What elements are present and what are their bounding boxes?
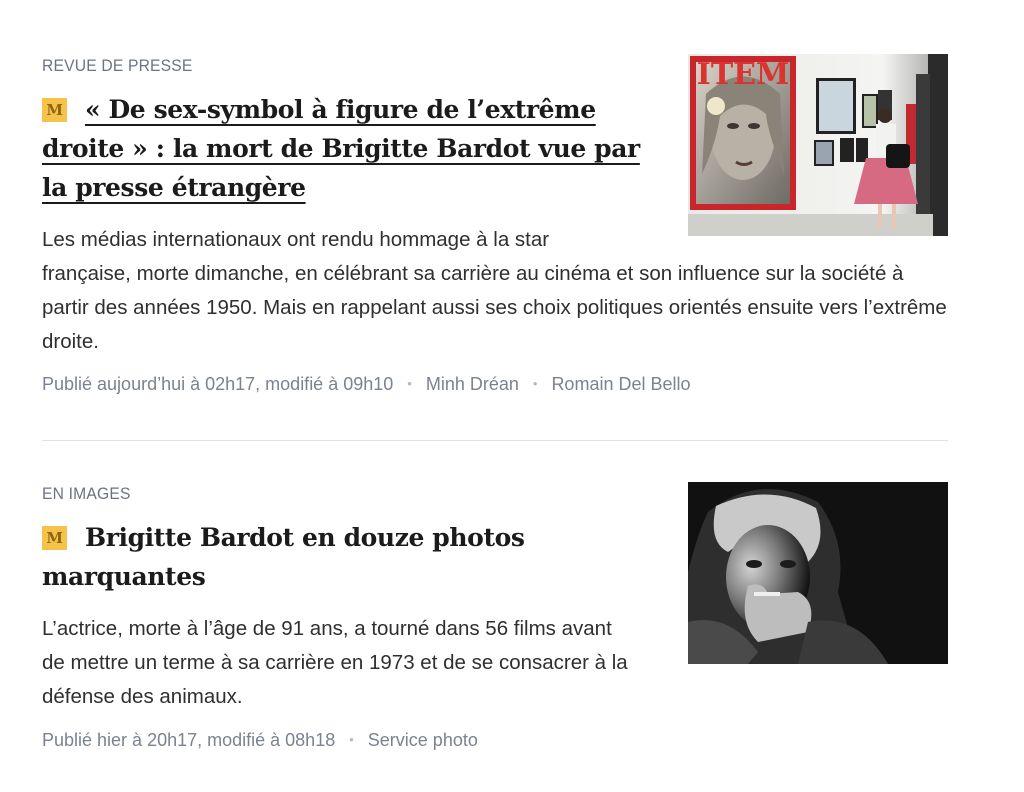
article-card[interactable]: Revue de presse M « De sex-symbol à figur… [42, 54, 948, 414]
article-lede-container: Les médias internationaux ont rendu homm… [42, 223, 948, 359]
article-meta: Publié aujourd’hui à 02h17, modifié à 09… [42, 374, 691, 395]
article-author[interactable]: Service photo [368, 730, 478, 750]
exhibition-photo: ITEM [688, 54, 948, 236]
magazine-title-text: ITEM [697, 57, 789, 92]
separator-dot: • [532, 376, 538, 391]
article-card[interactable]: En images M Brigitte Bardot en douze phot… [42, 482, 948, 772]
article-kicker: En images [42, 484, 131, 503]
article-author[interactable]: Minh Dréan [426, 374, 519, 394]
separator-dot: • [349, 732, 354, 747]
article-divider [42, 440, 948, 441]
premium-subscriber-icon: M [42, 526, 67, 550]
article-published: Publié hier à 20h17, modifié à 08h18 [42, 730, 336, 750]
article-thumbnail[interactable] [688, 482, 948, 664]
premium-subscriber-icon: M [42, 98, 67, 122]
article-meta: Publié hier à 20h17, modifié à 08h18 • Ser… [42, 730, 478, 751]
article-thumbnail[interactable]: ITEM [688, 54, 948, 236]
article-lede: L’actrice, morte à l’âge de 91 ans, a to… [42, 617, 628, 708]
article-published: Publié aujourd’hui à 02h17, modifié à 09… [42, 374, 394, 394]
article-kicker: Revue de presse [42, 56, 193, 75]
portrait-photo [688, 482, 948, 664]
separator-dot: • [407, 376, 412, 391]
article-title-link[interactable]: M Brigitte Bardot en douze photos marquan… [42, 518, 642, 596]
article-title-link[interactable]: M « De sex-symbol à figure de l’extrême d… [42, 90, 642, 207]
article-title[interactable]: Brigitte Bardot en douze photos marquant… [42, 523, 525, 591]
article-author[interactable]: Romain Del Bello [551, 374, 690, 394]
article-title[interactable]: « De sex-symbol à figure de l’extrême dr… [42, 95, 640, 202]
